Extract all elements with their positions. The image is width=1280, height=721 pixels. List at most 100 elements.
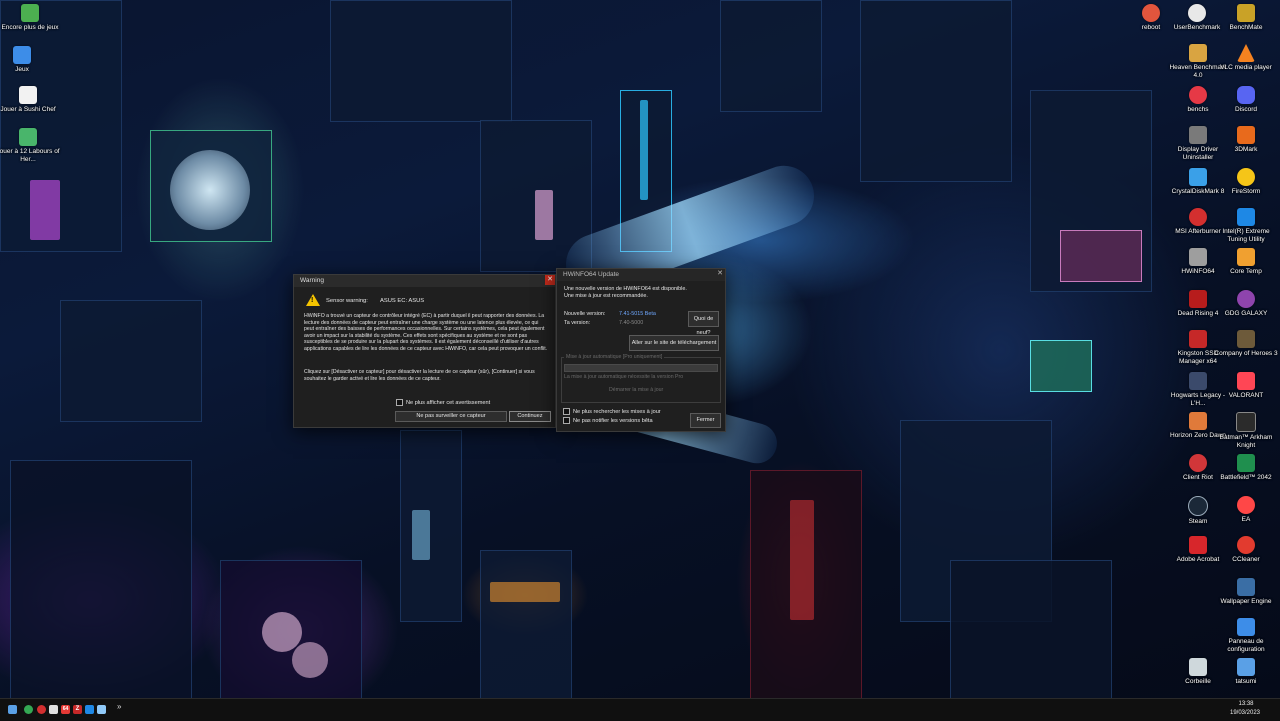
games-folder-icon <box>21 4 39 22</box>
auto-update-note: La mise à jour automatique nécessite la … <box>564 374 684 380</box>
ea-icon <box>1237 496 1255 514</box>
desktop-icon-encore-plus-de-jeux[interactable]: Encore plus de jeux <box>0 4 62 32</box>
kingston-icon <box>1189 330 1207 348</box>
continue-button[interactable]: Continuez <box>509 411 551 422</box>
3dmark-icon <box>1237 126 1255 144</box>
benchmate-icon <box>1237 4 1255 22</box>
disable-sensor-button[interactable]: Ne pas surveiller ce capteur <box>395 411 507 422</box>
download-site-button[interactable]: Aller sur le site de téléchargement <box>629 335 719 351</box>
chrome-icon[interactable] <box>24 705 33 714</box>
app-blue-icon[interactable] <box>85 705 94 714</box>
desktop-icon-gog-galaxy[interactable]: GDG GALAXY <box>1214 290 1278 318</box>
start-icon[interactable] <box>8 705 17 714</box>
dont-show-again-label: Ne plus afficher cet avertissement <box>406 399 491 406</box>
riot-icon <box>1189 454 1207 472</box>
recycle-bin-icon <box>1189 658 1207 676</box>
desktop-icon-3dmark[interactable]: 3DMark <box>1214 126 1278 154</box>
warning-dialog: Warning ✕ ! Sensor warning: ASUS EC: ASU… <box>293 274 556 428</box>
desktop-icon-tatsumi[interactable]: tatsumi <box>1214 658 1278 686</box>
desktop-icon-core-temp[interactable]: Core Temp <box>1214 248 1278 276</box>
sushi-chef-icon <box>19 86 37 104</box>
desktop-icon-jeux[interactable]: Jeux <box>0 46 54 74</box>
z-icon[interactable]: Z <box>73 705 82 714</box>
desktop-icon-panneau-de-configuration[interactable]: Panneau de configuration <box>1214 618 1278 654</box>
coretemp-icon <box>1237 248 1255 266</box>
whats-new-button[interactable]: Quoi de neuf? <box>688 311 719 336</box>
desktop-icon-12-labours[interactable]: Jouer à 12 Labours of Her... <box>0 128 60 164</box>
taskbar-overflow[interactable]: » <box>117 702 121 711</box>
sensor-warning-label: Sensor warning: <box>326 298 368 304</box>
vlc-icon <box>1237 44 1255 62</box>
battlefield-icon <box>1237 454 1255 472</box>
hwinfo-tray-icon[interactable] <box>49 705 58 714</box>
batman-icon <box>1236 412 1256 432</box>
taskbar: 64 Z » 13:38 19/03/2023 <box>0 698 1280 721</box>
your-version-label: Ta version: <box>564 320 591 326</box>
64-badge-icon[interactable]: 64 <box>61 705 70 714</box>
warning-titlebar[interactable]: Warning ✕ <box>294 275 555 287</box>
checkbox-box[interactable] <box>563 408 570 415</box>
checkbox-box[interactable] <box>563 417 570 424</box>
userbenchmark-icon <box>1188 4 1206 22</box>
desktop-icon-company-of-heroes-3[interactable]: Company of Heroes 3 <box>1214 330 1278 358</box>
desktop-icon-ea[interactable]: EA <box>1214 496 1278 524</box>
games-icon <box>13 46 31 64</box>
desktop-icon-benchmate[interactable]: BenchMate <box>1214 4 1278 32</box>
new-version-value[interactable]: 7.41-5015 Beta <box>619 311 656 317</box>
sensor-warning-value: ASUS EC: ASUS <box>380 298 425 304</box>
labours-icon <box>19 128 37 146</box>
update-message-line2: Une mise à jour est recommandée. <box>564 293 648 299</box>
desktop-icon-ccleaner[interactable]: CCleaner <box>1214 536 1278 564</box>
desktop-icon-wallpaper-engine[interactable]: Wallpaper Engine <box>1214 578 1278 606</box>
desktop-icon-intel-xtu[interactable]: Intel(R) Extreme Tuning Utility <box>1214 208 1278 244</box>
desktop-icon-discord[interactable]: Discord <box>1214 86 1278 114</box>
control-panel-icon <box>1237 618 1255 636</box>
update-title: HWiNFO64 Update <box>563 271 619 278</box>
steam-icon <box>1188 496 1208 516</box>
checkbox-box[interactable] <box>396 399 403 406</box>
afterburner-icon <box>1189 208 1207 226</box>
hwinfo-icon <box>1189 248 1207 266</box>
no-beta-label: Ne pas notifier les versions bêta <box>573 417 653 424</box>
new-version-label: Nouvelle version: <box>564 311 606 317</box>
valorant-icon <box>1237 372 1255 390</box>
desktop-icon-sushi-chef[interactable]: Jouer à Sushi Chef <box>0 86 60 114</box>
acrobat-icon <box>1189 536 1207 554</box>
coh3-icon <box>1237 330 1255 348</box>
no-beta-checkbox[interactable]: Ne pas notifier les versions bêta <box>563 417 653 424</box>
benchs-icon <box>1189 86 1207 104</box>
dont-show-again-checkbox[interactable]: Ne plus afficher cet avertissement <box>396 399 490 406</box>
hogwarts-icon <box>1189 372 1207 390</box>
xtu-icon <box>1237 208 1255 226</box>
afterburner-tray-icon[interactable] <box>37 705 46 714</box>
wallpaper-engine-icon <box>1237 578 1255 596</box>
desktop-icon-batman-arkham-knight[interactable]: Batman™ Arkham Knight <box>1214 412 1278 450</box>
warning-title: Warning <box>300 277 324 284</box>
crystaldiskmark-icon <box>1189 168 1207 186</box>
start-update-button[interactable]: Démarrer la mise à jour <box>609 387 663 393</box>
ddu-icon <box>1189 126 1207 144</box>
auto-update-group-label: Mise à jour automatique [Pro uniquement] <box>564 354 665 360</box>
galaxy-icon <box>1237 290 1255 308</box>
no-updates-checkbox[interactable]: Ne plus rechercher les mises à jour <box>563 408 661 415</box>
ccleaner-icon <box>1237 536 1255 554</box>
auto-update-progress-bar <box>564 364 718 372</box>
clock-time[interactable]: 13:38 <box>1226 701 1266 707</box>
warning-close-button[interactable]: ✕ <box>545 275 555 285</box>
desktop-icon-battlefield-2042[interactable]: Battlefield™ 2042 <box>1214 454 1278 482</box>
desktop-icon-valorant[interactable]: VALORANT <box>1214 372 1278 400</box>
warning-body-text: HWiNFO a trouvé un capteur de contrôleur… <box>304 313 548 352</box>
clock-date[interactable]: 19/03/2023 <box>1220 710 1270 716</box>
horizon-icon <box>1189 412 1207 430</box>
update-titlebar[interactable]: HWiNFO64 Update ✕ <box>557 269 725 281</box>
desktop-icon-vlc[interactable]: VLC media player <box>1214 44 1278 72</box>
update-close-icon[interactable]: ✕ <box>715 269 725 279</box>
update-dialog: HWiNFO64 Update ✕ Une nouvelle version d… <box>556 268 726 432</box>
update-message-line1: Une nouvelle version de HWiNFO64 est dis… <box>564 286 687 292</box>
deadrising-icon <box>1189 290 1207 308</box>
close-button[interactable]: Fermer <box>690 413 721 428</box>
your-version-value: 7.40-5000 <box>619 320 644 326</box>
network-icon[interactable] <box>97 705 106 714</box>
desktop-icon-firestorm[interactable]: FireStorm <box>1214 168 1278 196</box>
firestorm-icon <box>1237 168 1255 186</box>
